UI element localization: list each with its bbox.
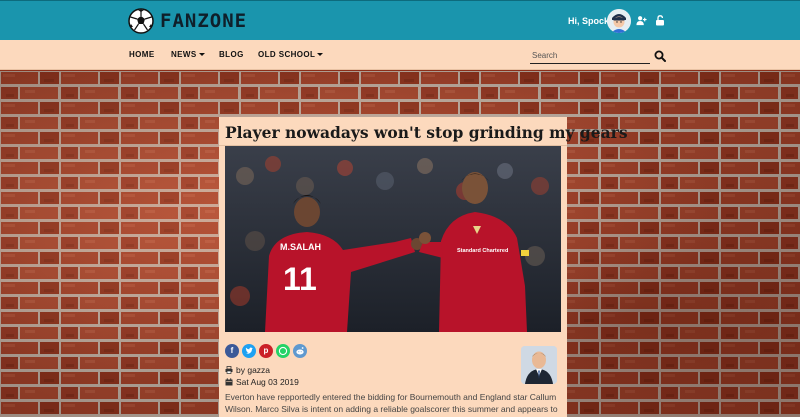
facebook-icon[interactable]: f xyxy=(225,344,239,358)
left-jersey-name: M.SALAH xyxy=(280,242,321,252)
reddit-icon[interactable] xyxy=(293,344,307,358)
author-photo xyxy=(521,346,557,384)
twitter-icon[interactable] xyxy=(242,344,256,358)
nav-item-news[interactable]: NEWS xyxy=(171,50,205,59)
nav-item-blog[interactable]: BLOG xyxy=(219,50,244,59)
nav-item-old-school[interactable]: OLD SCHOOL xyxy=(258,50,324,59)
printer-icon xyxy=(225,366,233,374)
photo-illustration: M.SALAH 11 Standard Chartered xyxy=(225,146,561,332)
nav-news-label: NEWS xyxy=(171,50,197,59)
soccer-ball-icon xyxy=(128,8,154,34)
user-plus-icon[interactable] xyxy=(636,15,647,26)
article-date: Sat Aug 03 2019 xyxy=(225,377,299,387)
pinterest-icon[interactable]: p xyxy=(259,344,273,358)
author-name[interactable]: by gazza xyxy=(236,365,270,375)
article-title[interactable]: Player nowadays won't stop grinding my g… xyxy=(225,123,628,142)
article-body: Everton have repportedly entered the bid… xyxy=(225,392,558,414)
top-bar: FANZONE Hi, Spock! xyxy=(0,0,800,40)
nav-home-label: HOME xyxy=(129,50,155,59)
author-avatar[interactable] xyxy=(521,346,557,384)
logo-text: FANZONE xyxy=(160,10,248,32)
calendar-icon xyxy=(225,378,233,386)
article-photo: M.SALAH 11 Standard Chartered xyxy=(225,146,561,332)
search-icon[interactable] xyxy=(654,50,666,62)
caret-down-icon xyxy=(317,53,324,57)
unlock-icon[interactable] xyxy=(655,15,665,26)
search-input[interactable] xyxy=(530,47,650,64)
user-greeting[interactable]: Hi, Spock! xyxy=(568,16,612,26)
user-avatar[interactable] xyxy=(607,9,631,33)
nav-old-school-label: OLD SCHOOL xyxy=(258,50,316,59)
main-nav: HOME NEWS BLOG OLD SCHOOL xyxy=(0,40,800,70)
logo[interactable]: FANZONE xyxy=(128,8,247,34)
caret-down-icon xyxy=(198,53,205,57)
nav-item-home[interactable]: HOME xyxy=(129,50,155,59)
publish-date: Sat Aug 03 2019 xyxy=(236,377,299,387)
left-jersey-number: 11 xyxy=(283,261,317,297)
right-jersey-sponsor: Standard Chartered xyxy=(457,248,508,254)
nav-blog-label: BLOG xyxy=(219,50,244,59)
article-author: by gazza xyxy=(225,365,270,375)
article-card: Player nowadays won't stop grinding my g… xyxy=(219,117,628,417)
avatar-illustration xyxy=(607,9,631,33)
whatsapp-icon[interactable] xyxy=(276,344,290,358)
